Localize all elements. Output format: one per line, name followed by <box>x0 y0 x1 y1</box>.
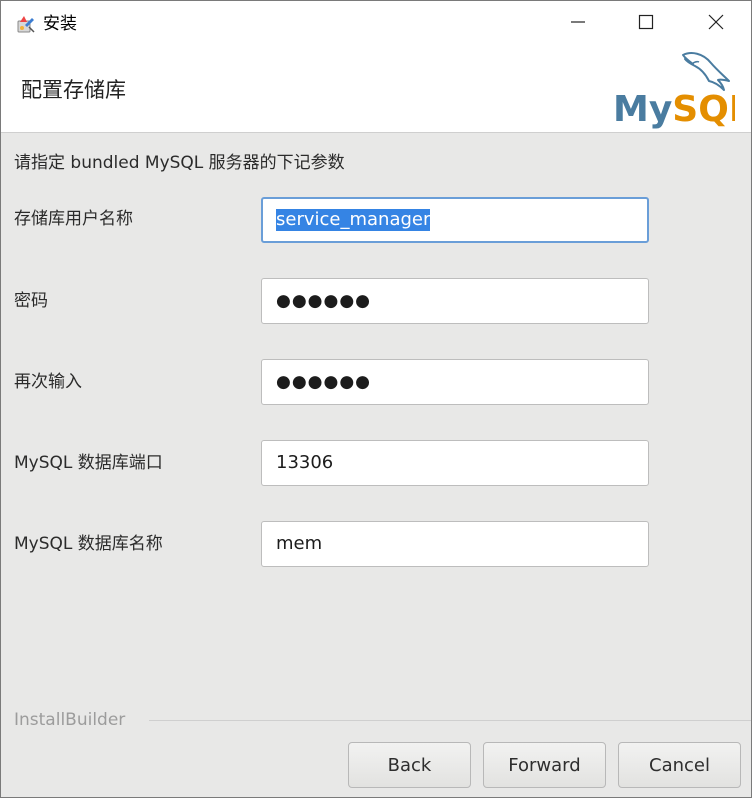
window-title: 安装 <box>43 14 77 34</box>
installbuilder-brand: InstallBuilder <box>14 710 126 730</box>
logo-my-text: MySQL <box>613 89 735 129</box>
confirm-password-input[interactable]: ●●●●●● <box>261 359 649 405</box>
username-label: 存储库用户名称 <box>14 209 133 229</box>
page-title: 配置存储库 <box>21 78 126 102</box>
db-name-input[interactable]: mem <box>261 521 649 567</box>
confirm-password-label: 再次输入 <box>14 372 82 392</box>
confirm-password-value: ●●●●●● <box>276 372 372 392</box>
dolphin-icon <box>682 52 730 91</box>
db-name-value: mem <box>276 533 323 554</box>
password-input[interactable]: ●●●●●● <box>261 278 649 324</box>
minimize-button[interactable] <box>555 1 601 47</box>
minimize-icon <box>570 14 586 34</box>
username-value: service_manager <box>276 209 431 231</box>
maximize-icon <box>638 14 654 34</box>
installer-icon <box>15 13 37 35</box>
db-name-label: MySQL 数据库名称 <box>14 534 163 554</box>
cancel-button[interactable]: Cancel <box>618 742 741 788</box>
page-header: 配置存储库 MySQL <box>1 47 751 133</box>
footer-divider <box>149 720 751 721</box>
mysql-logo: MySQL <box>611 49 751 130</box>
username-input[interactable]: service_manager <box>261 197 649 243</box>
title-bar: 安装 <box>1 1 751 47</box>
installer-window: 安装 配置存储库 MySQL <box>0 0 752 798</box>
password-value: ●●●●●● <box>276 291 372 311</box>
back-button[interactable]: Back <box>348 742 471 788</box>
password-label: 密码 <box>14 291 48 311</box>
close-button[interactable] <box>693 1 739 47</box>
db-port-input[interactable]: 13306 <box>261 440 649 486</box>
forward-button[interactable]: Forward <box>483 742 606 788</box>
db-port-value: 13306 <box>276 452 334 473</box>
form-intro: 请指定 bundled MySQL 服务器的下记参数 <box>14 153 345 173</box>
close-icon <box>708 14 724 34</box>
db-port-label: MySQL 数据库端口 <box>14 453 163 473</box>
maximize-button[interactable] <box>623 1 669 47</box>
